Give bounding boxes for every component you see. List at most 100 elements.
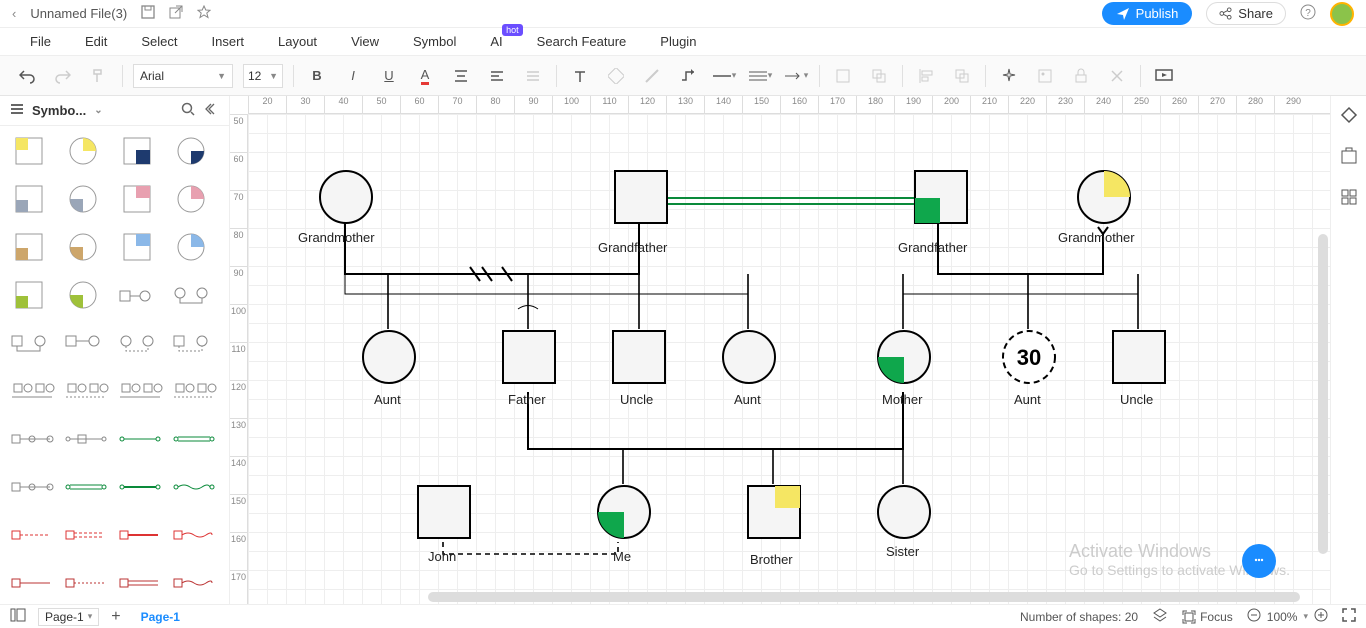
font-select[interactable]: Arial▼ xyxy=(133,64,233,88)
symbol-relation-4[interactable] xyxy=(64,324,108,362)
search-icon[interactable] xyxy=(181,102,195,119)
symbol-circle-pink[interactable] xyxy=(172,180,216,218)
node-uncle1[interactable] xyxy=(611,329,667,388)
scrollbar-vertical[interactable] xyxy=(1318,234,1328,554)
symbol-circle-yellow[interactable] xyxy=(64,132,108,170)
connector-tool[interactable] xyxy=(675,63,701,89)
symbol-relation-9[interactable] xyxy=(118,372,162,410)
underline-button[interactable]: U xyxy=(376,63,402,89)
symbol-line-1[interactable] xyxy=(10,420,54,458)
magic-tool[interactable] xyxy=(996,63,1022,89)
lock-tool[interactable] xyxy=(1068,63,1094,89)
symbol-circle-green[interactable] xyxy=(64,276,108,314)
hamburger-icon[interactable] xyxy=(10,102,24,119)
menu-ai[interactable]: AI hot xyxy=(490,34,502,49)
symbol-line-8[interactable] xyxy=(172,468,216,506)
add-page-button[interactable]: + xyxy=(111,608,120,626)
menu-plugin[interactable]: Plugin xyxy=(660,34,696,49)
canvas[interactable]: Grandmother Grandfather Grandfather Gran… xyxy=(248,114,1330,604)
help-icon[interactable]: ? xyxy=(1300,4,1316,23)
symbol-line-6[interactable] xyxy=(64,468,108,506)
symbol-square-navy[interactable] xyxy=(118,132,162,170)
symbol-circle-grey[interactable] xyxy=(64,180,108,218)
menu-search-feature[interactable]: Search Feature xyxy=(537,34,627,49)
distribute-button[interactable] xyxy=(520,63,546,89)
symbol-relation-3[interactable] xyxy=(10,324,54,362)
node-father[interactable] xyxy=(501,329,557,388)
symbol-relation-6[interactable] xyxy=(172,324,216,362)
align-left-tool[interactable] xyxy=(913,63,939,89)
text-color-button[interactable]: A xyxy=(412,63,438,89)
symbol-line-11[interactable] xyxy=(118,516,162,554)
share-button[interactable]: Share xyxy=(1206,2,1286,25)
node-grandmother2[interactable] xyxy=(1076,169,1132,228)
settings-tool[interactable] xyxy=(1104,63,1130,89)
collapse-icon[interactable] xyxy=(205,102,219,119)
back-icon[interactable]: ‹ xyxy=(12,6,16,21)
symbol-relation-10[interactable] xyxy=(172,372,216,410)
symbol-line-14[interactable] xyxy=(64,564,108,602)
undo-button[interactable] xyxy=(14,63,40,89)
symbol-relation-7[interactable] xyxy=(10,372,54,410)
snap1-tool[interactable] xyxy=(830,63,856,89)
group-tool[interactable] xyxy=(949,63,975,89)
symbol-square-yellow[interactable] xyxy=(10,132,54,170)
node-sister[interactable] xyxy=(876,484,932,543)
redo-button[interactable] xyxy=(50,63,76,89)
symbol-line-15[interactable] xyxy=(118,564,162,602)
symbol-relation-8[interactable] xyxy=(64,372,108,410)
page-list-icon[interactable] xyxy=(10,608,26,625)
node-uncle2[interactable] xyxy=(1111,329,1167,388)
star-icon[interactable] xyxy=(197,5,211,22)
symbol-relation-2[interactable] xyxy=(172,276,216,314)
symbol-square-pink[interactable] xyxy=(118,180,162,218)
menu-edit[interactable]: Edit xyxy=(85,34,107,49)
page-tab[interactable]: Page-1 xyxy=(133,610,188,624)
menu-insert[interactable]: Insert xyxy=(212,34,245,49)
symbol-line-3[interactable] xyxy=(118,420,162,458)
symbol-square-blue[interactable] xyxy=(118,228,162,266)
symbol-line-9[interactable] xyxy=(10,516,54,554)
menu-select[interactable]: Select xyxy=(141,34,177,49)
focus-button[interactable]: Focus xyxy=(1182,610,1233,624)
scrollbar-horizontal[interactable] xyxy=(428,592,1300,602)
open-external-icon[interactable] xyxy=(169,5,183,22)
symbol-line-5[interactable] xyxy=(10,468,54,506)
chevron-down-icon[interactable]: ⌄ xyxy=(94,105,102,116)
page-select[interactable]: Page-1▾ xyxy=(38,608,99,626)
zoom-in-button[interactable] xyxy=(1314,608,1328,625)
symbol-line-7[interactable] xyxy=(118,468,162,506)
symbol-line-10[interactable] xyxy=(64,516,108,554)
avatar[interactable] xyxy=(1330,2,1354,26)
node-grandfather2[interactable] xyxy=(913,169,969,228)
align-vertical-button[interactable] xyxy=(484,63,510,89)
node-mother[interactable] xyxy=(876,329,932,388)
node-aunt1[interactable] xyxy=(361,329,417,388)
symbol-circle-blue[interactable] xyxy=(172,228,216,266)
line-color-tool[interactable] xyxy=(639,63,665,89)
fill-tool[interactable] xyxy=(603,63,629,89)
snap2-tool[interactable] xyxy=(866,63,892,89)
menu-file[interactable]: File xyxy=(30,34,51,49)
symbol-line-13[interactable] xyxy=(10,564,54,602)
node-grandfather1[interactable] xyxy=(613,169,669,228)
zoom-control[interactable]: 100%▾ xyxy=(1247,608,1328,625)
fullscreen-button[interactable] xyxy=(1342,608,1356,625)
format-painter-button[interactable] xyxy=(86,63,112,89)
symbol-square-tan[interactable] xyxy=(10,228,54,266)
node-grandmother1[interactable] xyxy=(318,169,374,228)
chat-button[interactable] xyxy=(1242,544,1276,578)
symbol-circle-navy[interactable] xyxy=(172,132,216,170)
symbol-relation-1[interactable] xyxy=(118,276,162,314)
symbol-square-grey[interactable] xyxy=(10,180,54,218)
symbol-line-16[interactable] xyxy=(172,564,216,602)
menu-view[interactable]: View xyxy=(351,34,379,49)
export-icon[interactable] xyxy=(1340,147,1358,168)
publish-button[interactable]: Publish xyxy=(1102,2,1193,25)
image-tool[interactable] xyxy=(1032,63,1058,89)
node-john[interactable] xyxy=(416,484,472,543)
symbol-line-12[interactable] xyxy=(172,516,216,554)
font-size-select[interactable]: 12▼ xyxy=(243,64,283,88)
symbol-circle-tan[interactable] xyxy=(64,228,108,266)
node-aunt2[interactable] xyxy=(721,329,777,388)
